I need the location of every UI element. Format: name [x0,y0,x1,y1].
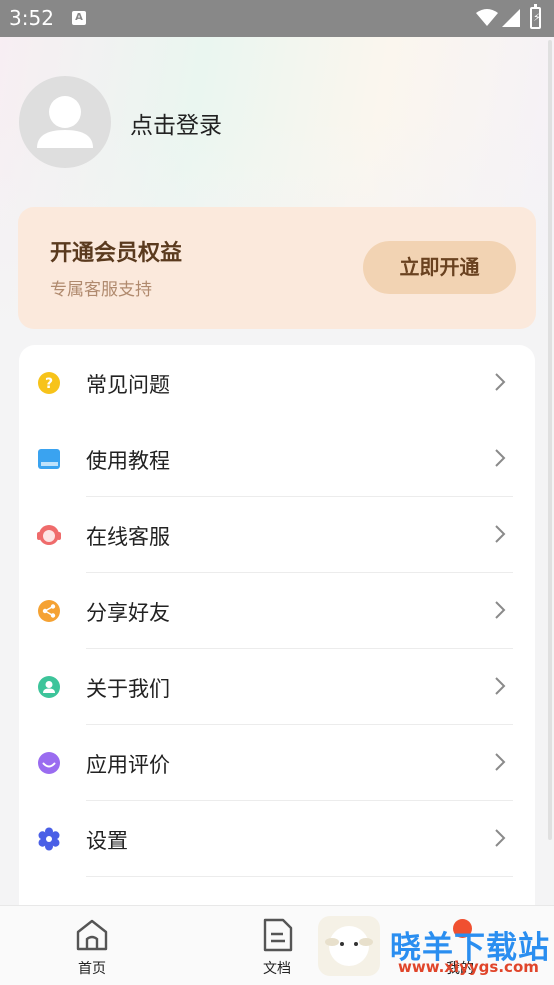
scrollbar[interactable] [548,40,552,840]
watermark-url: www.xiyygs.com [398,958,539,976]
book-icon [38,449,60,469]
status-bar: 3:52 A ⚡ [0,0,554,37]
battery-icon: ⚡ [530,4,541,29]
tab-label: 文档 [263,961,291,977]
document-icon [263,918,293,952]
vip-title: 开通会员权益 [50,241,183,266]
home-icon [76,919,108,951]
menu-item-rate-app[interactable]: 应用评价 [19,725,535,801]
wifi-icon [476,9,498,26]
avatar[interactable] [19,76,111,168]
tab-label: 首页 [78,961,106,977]
gear-icon [38,827,60,851]
settings-menu: ? 常见问题 使用教程 在线客服 分享好友 关于我们 应用评价 设置 [19,345,535,925]
menu-item-label: 常见问题 [86,373,170,397]
svg-text:?: ? [45,376,53,392]
menu-item-tutorial[interactable]: 使用教程 [19,421,535,497]
login-link[interactable]: 点击登录 [130,106,222,140]
vip-subtitle: 专属客服支持 [50,280,152,300]
chevron-right-icon [495,449,506,467]
chevron-right-icon [495,373,506,391]
share-icon [38,600,60,622]
vip-card: 开通会员权益 专属客服支持 立即开通 [18,207,536,329]
sheep-icon [325,926,373,966]
status-time: 3:52 [9,6,54,30]
divider [86,876,513,877]
menu-item-faq[interactable]: ? 常见问题 [19,345,535,421]
tab-home[interactable]: 首页 [52,906,132,985]
smile-icon [38,752,60,774]
signal-icon [502,9,520,27]
people-icon [38,676,60,698]
menu-item-label: 分享好友 [86,601,170,625]
menu-item-settings[interactable]: 设置 [19,801,535,877]
menu-item-share[interactable]: 分享好友 [19,573,535,649]
menu-item-label: 应用评价 [86,753,170,777]
watermark-logo [318,916,380,976]
headset-icon [37,525,61,545]
chevron-right-icon [495,753,506,771]
menu-item-label: 在线客服 [86,525,170,549]
menu-item-label: 设置 [86,829,128,853]
chevron-right-icon [495,677,506,695]
notification-icon: A [72,11,86,25]
menu-item-label: 使用教程 [86,449,170,473]
tab-documents[interactable]: 文档 [237,906,317,985]
chevron-right-icon [495,829,506,847]
chevron-right-icon [495,601,506,619]
menu-item-about[interactable]: 关于我们 [19,649,535,725]
question-icon: ? [38,372,60,394]
menu-item-label: 关于我们 [86,677,170,701]
activate-vip-button[interactable]: 立即开通 [363,241,516,294]
user-icon [37,96,93,148]
chevron-right-icon [495,525,506,543]
menu-item-support[interactable]: 在线客服 [19,497,535,573]
